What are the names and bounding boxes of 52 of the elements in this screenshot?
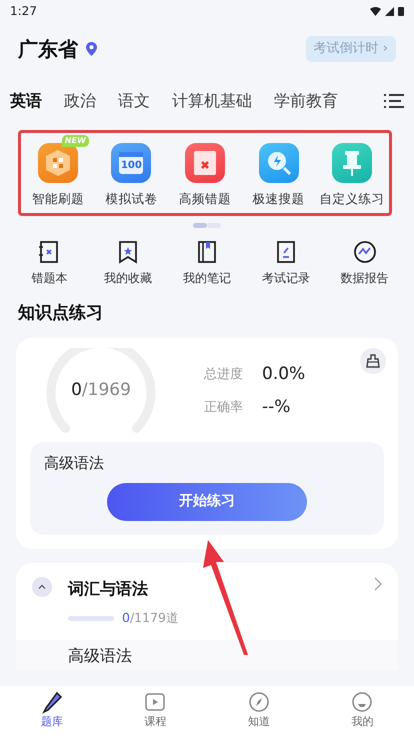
clear-button[interactable] [360,348,386,374]
tool-button[interactable]: 考试记录 [246,240,326,287]
current-topic: 高级语法 [44,453,105,474]
menu-icon[interactable] [384,93,404,109]
topic-count: 0/1179道 [122,608,179,627]
brush-icon [366,354,380,368]
subject-tab[interactable]: 政治 [64,89,96,113]
province-title[interactable]: 广东省 [18,34,78,64]
battery-icon [398,6,404,16]
collapse-toggle[interactable] [32,576,52,597]
subject-tab[interactable]: 语文 [118,89,150,113]
start-practice-button[interactable]: 开始练习 [107,482,307,521]
stat-label: 正确率 [204,399,244,418]
tool-button[interactable]: 数据报告 [325,240,404,287]
hexagon-icon [38,143,78,183]
nav-tab[interactable]: 我的 [310,686,414,736]
wifi-icon [370,6,381,16]
stat-value: 0.0% [262,362,306,386]
chart-circle-icon [352,240,377,264]
feature-button[interactable]: 自定义练习 [315,133,389,209]
pushpin-icon [332,143,372,183]
status-time: 1:27 [10,3,37,20]
signal-icon [385,6,394,16]
subject-tab[interactable]: 学前教育 [274,89,338,113]
subject-tab[interactable]: 计算机基础 [172,89,252,113]
tool-button[interactable]: 我的收藏 [88,240,168,287]
calendar-icon [111,143,152,183]
topic-title: 词汇与语法 [68,578,149,600]
feature-button[interactable]: 高频错题 [168,133,242,209]
nav-tab[interactable]: 课程 [104,686,207,736]
search-icon [258,143,299,183]
tool-button[interactable]: 我的笔记 [168,240,246,287]
pencil-icon [40,690,64,714]
compass-icon [246,690,271,714]
tool-button[interactable]: 错题本 [10,240,89,287]
feature-button[interactable]: NEW 智能刷题 [21,133,95,209]
stat-label: 总进度 [204,366,244,384]
section-title: 知识点练习 [16,302,104,325]
progress-count: 0/1969 [70,379,132,402]
new-badge: NEW [62,135,89,147]
chevron-up-icon [38,584,46,590]
subject-tab[interactable]: 英语 [10,89,42,113]
nav-tab[interactable]: 知道 [207,686,310,736]
progress-track [68,616,114,621]
nav-tab[interactable]: 题库 [0,686,104,736]
feature-button[interactable]: 极速搜题 [242,133,316,209]
feature-button[interactable]: 100 模拟试卷 [94,133,168,209]
location-pin-icon [86,42,97,56]
topic-title: 高级语法 [68,644,133,666]
chevron-right-icon [374,576,382,591]
icon-number: 100 [120,160,143,171]
stat-value: --% [262,396,290,420]
